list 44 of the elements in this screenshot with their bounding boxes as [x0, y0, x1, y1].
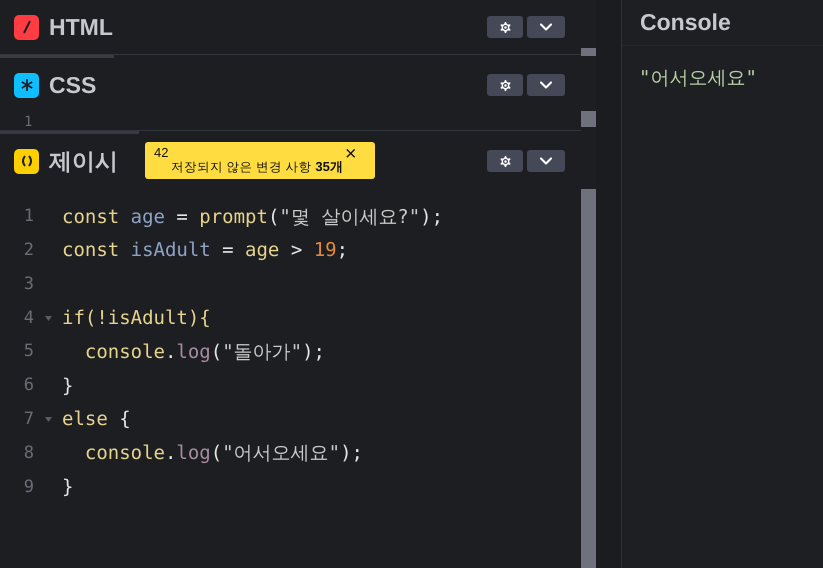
code-line: if(!isAdult){	[62, 306, 211, 332]
code-line: console.log("어서오세요");	[84, 441, 363, 466]
gear-icon	[498, 20, 512, 34]
file-count: 35개	[315, 158, 343, 176]
toast-message: 저장되지 않은 변경 사항	[170, 160, 312, 175]
line-number: 1	[24, 114, 32, 130]
console-output: "어서오세요"	[639, 67, 757, 89]
parentheses-icon	[14, 148, 39, 174]
console-title: Console	[640, 8, 731, 38]
scrollbar-thumb[interactable]	[581, 111, 596, 127]
line-number: 8	[22, 442, 34, 465]
code-line: }	[62, 374, 74, 399]
code-line: console.log("돌아가");	[84, 340, 325, 365]
settings-button[interactable]	[487, 150, 523, 172]
settings-button[interactable]	[487, 74, 523, 96]
code-line: }	[62, 475, 74, 500]
close-button[interactable]: ×	[344, 145, 357, 163]
scrollbar-thumb[interactable]	[581, 48, 596, 56]
line-number: 2	[22, 238, 34, 262]
code-line: else {	[62, 407, 131, 432]
line-number: 3	[22, 272, 34, 296]
code-line: const isAdult = age > 19;	[62, 238, 348, 264]
line-number: 5	[22, 340, 34, 364]
line-number: 4	[22, 306, 34, 330]
collapse-button[interactable]	[527, 16, 565, 38]
scrollbar-thumb[interactable]	[581, 189, 596, 568]
gear-icon	[498, 78, 512, 92]
code-line: const age = prompt("몇 살이세요?");	[62, 204, 444, 230]
slash-icon	[14, 14, 39, 40]
collapse-button[interactable]	[527, 74, 565, 96]
line-number: 6	[22, 374, 34, 398]
gear-icon	[498, 154, 512, 168]
line-number: 9	[22, 476, 34, 499]
settings-button[interactable]	[487, 16, 523, 38]
fold-arrow-icon[interactable]	[44, 417, 52, 422]
change-count: 42	[154, 145, 170, 160]
panel-title[interactable]: CSS	[49, 68, 96, 102]
fold-arrow-icon[interactable]	[44, 316, 52, 321]
panel-title[interactable]: HTML	[49, 10, 113, 44]
line-number: 1	[22, 205, 34, 228]
collapse-button[interactable]	[527, 150, 565, 172]
panel-title[interactable]: 제이시	[49, 144, 118, 178]
asterisk-icon	[14, 72, 39, 98]
line-number: 7	[22, 408, 34, 431]
